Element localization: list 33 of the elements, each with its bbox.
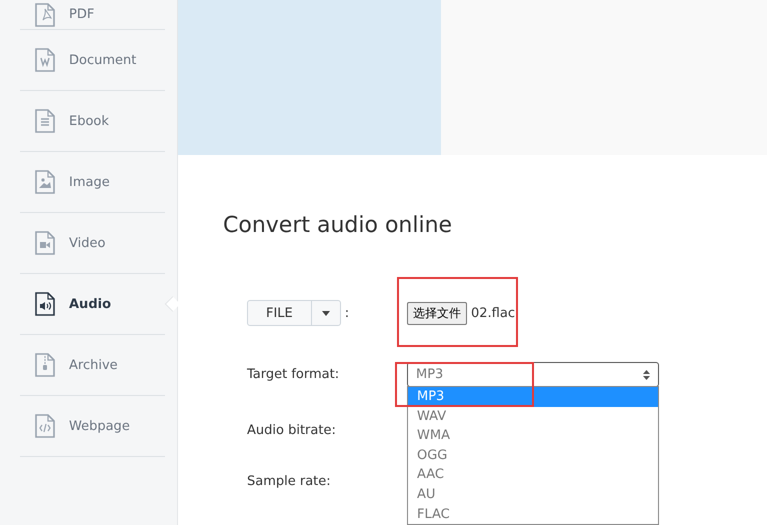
webpage-file-icon [35, 414, 55, 438]
dropdown-option[interactable]: WMA [408, 426, 658, 446]
select-arrows-icon [643, 370, 650, 380]
ebook-file-icon [35, 109, 55, 133]
sidebar-item[interactable]: Audio [20, 274, 165, 335]
document-file-icon [35, 48, 55, 72]
sidebar-item[interactable]: PDF [20, 0, 165, 30]
field-label: Target format: [247, 367, 340, 382]
colon-label: : [344, 306, 350, 320]
dropdown-option[interactable]: OGG [408, 446, 658, 466]
field-label: Sample rate: [247, 474, 332, 489]
image-file-icon [35, 170, 55, 194]
sidebar-item[interactable]: Document [20, 30, 165, 91]
dropdown-option[interactable]: MP3 [408, 387, 658, 407]
pdf-file-icon [35, 2, 55, 26]
sidebar-item[interactable]: Video [20, 213, 165, 274]
page-title: Convert audio online [223, 213, 454, 238]
sidebar-item[interactable]: Image [20, 152, 165, 213]
sidebar-item[interactable]: Webpage [20, 396, 165, 457]
sidebar-item[interactable]: Ebook [20, 91, 165, 152]
field-label: Audio bitrate: [247, 423, 337, 438]
dropdown-option[interactable]: AAC [408, 465, 658, 485]
dropdown-option[interactable]: AU [408, 484, 658, 505]
file-source-button[interactable]: FILE [247, 300, 341, 326]
choose-file-button[interactable]: 选择文件 [407, 302, 467, 324]
dropdown-option[interactable]: FLAC [408, 504, 658, 524]
caret-icon [322, 310, 330, 316]
sidebar-item[interactable]: Archive [20, 335, 165, 396]
video-file-icon [35, 231, 55, 255]
archive-file-icon [35, 353, 55, 377]
audio-file-icon [35, 292, 55, 316]
dropdown-option[interactable]: WAV [408, 406, 658, 426]
file-name: 02.flac [471, 306, 515, 320]
